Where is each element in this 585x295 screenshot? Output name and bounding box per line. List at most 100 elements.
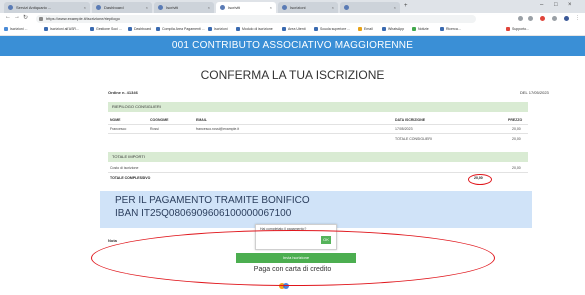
grand-total-label: TOTALE COMPLESSIVO xyxy=(110,176,151,180)
menu-icon[interactable]: ⋮ xyxy=(575,16,580,21)
cell-cognome: Rossi xyxy=(150,127,159,131)
tab-label: Iscrizioni xyxy=(290,5,306,10)
summary-total-label: TOTALE CONSIGLIERI xyxy=(395,137,432,141)
back-icon[interactable]: ← xyxy=(5,14,11,20)
divider xyxy=(108,124,528,125)
tab-favicon-icon xyxy=(282,5,287,10)
bookmark-label: WhatsApp xyxy=(388,27,405,31)
bookmark-label: Iscrizioni ... xyxy=(10,27,28,31)
tab-close-icon[interactable]: × xyxy=(270,5,272,10)
bookmark-icon xyxy=(208,27,212,31)
tab-close-icon[interactable]: × xyxy=(208,5,210,10)
totals-row-value: 20,00 xyxy=(512,166,521,170)
bookmark-item[interactable]: Modulo di iscrizione xyxy=(236,27,273,31)
maximize-icon[interactable]: □ xyxy=(554,2,558,8)
reload-icon[interactable]: ↻ xyxy=(23,14,28,21)
cell-nome: Francesco xyxy=(110,127,127,131)
tab-close-icon[interactable]: × xyxy=(394,5,396,10)
bookmark-item[interactable]: Email xyxy=(358,27,373,31)
bookmark-label: Compila Area Pagamenti ... xyxy=(162,27,205,31)
bookmark-item[interactable]: Scuola superiore ... xyxy=(314,27,350,31)
bookmark-item[interactable]: WhatsApp xyxy=(382,27,404,31)
bookmark-item[interactable]: Gestione Soci ... xyxy=(90,27,122,31)
bookmark-icon xyxy=(236,27,240,31)
tab-favicon-icon xyxy=(158,5,163,10)
star-icon[interactable] xyxy=(528,16,533,21)
bookmark-label: Email xyxy=(364,27,373,31)
tab-close-icon[interactable]: × xyxy=(146,5,148,10)
bookmark-icon xyxy=(156,27,160,31)
notice-label: Nota xyxy=(108,238,117,243)
bookmark-item[interactable]: Ricerca... xyxy=(440,27,461,31)
bookmark-item[interactable]: Iscrizioni all'ASR... xyxy=(44,27,79,31)
bookmark-label: Area Utenti xyxy=(288,27,306,31)
tab-favicon-icon xyxy=(8,5,13,10)
bookmark-item[interactable]: Iscrizioni xyxy=(208,27,228,31)
order-date: DEL 17/05/2023 xyxy=(520,90,549,95)
bookmark-label: Modulo di iscrizione xyxy=(242,27,273,31)
bookmark-item[interactable]: Supporto... xyxy=(506,27,529,31)
order-number: Ordine n. 41346 xyxy=(108,90,138,95)
totals-row-label: Costo di iscrizione xyxy=(110,166,139,170)
new-tab-icon[interactable]: + xyxy=(404,3,408,9)
cell-data: 17/05/2023 xyxy=(395,127,413,131)
extensions-puzzle-icon[interactable] xyxy=(552,16,557,21)
bookmark-icon xyxy=(44,27,48,31)
bookmark-label: Supporto... xyxy=(512,27,530,31)
bookmark-icon xyxy=(382,27,386,31)
browser-tab-active[interactable]: Iscriviti × xyxy=(216,2,276,13)
site-header-title: 001 CONTRIBUTO ASSOCIATIVO MAGGIORENNE xyxy=(0,36,585,56)
payment-iban: IBAN IT25Q0806909606100000067100 xyxy=(115,208,292,219)
browser-tab[interactable]: Dashboard × xyxy=(92,2,152,13)
bookmark-label: Dashboard xyxy=(134,27,152,31)
minimize-icon[interactable]: – xyxy=(540,2,543,8)
browser-tab[interactable]: Servizi Antiquario ... × xyxy=(4,2,90,13)
bookmark-item[interactable]: Compila Area Pagamenti ... xyxy=(156,27,205,31)
tab-label: Iscriviti xyxy=(228,5,241,10)
page-title: CONFERMA LA TUA ISCRIZIONE xyxy=(200,68,385,82)
browser-tab[interactable]: × xyxy=(340,2,400,13)
url-text: https://www.example.it/iscrizione/riepil… xyxy=(46,16,120,21)
tab-favicon-icon xyxy=(344,5,349,10)
bookmark-icon xyxy=(90,27,94,31)
totals-heading: TOTALE IMPORTI xyxy=(108,152,528,162)
extension-icon[interactable] xyxy=(540,16,545,21)
tab-favicon-icon xyxy=(220,5,225,10)
tab-close-icon[interactable]: × xyxy=(84,5,86,10)
bookmark-icon xyxy=(358,27,362,31)
col-header-email: EMAIL xyxy=(196,118,207,122)
col-header-cognome: COGNOME xyxy=(150,118,169,122)
forward-icon[interactable]: → xyxy=(14,14,20,20)
bookmark-label: Gestione Soci ... xyxy=(96,27,122,31)
col-header-nome: NOME xyxy=(110,118,121,122)
bookmark-item[interactable]: Notizie xyxy=(412,27,429,31)
bookmark-icon xyxy=(282,27,286,31)
bookmark-item[interactable]: Area Utenti xyxy=(282,27,306,31)
close-window-icon[interactable]: × xyxy=(568,2,572,8)
bookmark-icon xyxy=(128,27,132,31)
bookmark-icon xyxy=(4,27,8,31)
bookmark-item[interactable]: Iscrizioni ... xyxy=(4,27,28,31)
summary-total-value: 20,00 xyxy=(512,137,521,141)
cell-email: francesco.rossi@example.it xyxy=(196,127,240,131)
browser-tab[interactable]: Iscriviti × xyxy=(154,2,214,13)
annotation-ellipse-total xyxy=(468,174,492,185)
lock-icon xyxy=(39,17,43,21)
profile-avatar-icon[interactable] xyxy=(564,16,569,21)
tab-favicon-icon xyxy=(96,5,101,10)
tab-label: Iscriviti xyxy=(166,5,179,10)
tab-label: Dashboard xyxy=(104,5,124,10)
share-icon[interactable] xyxy=(518,16,523,21)
divider xyxy=(108,172,528,173)
col-header-data: DATA ISCRIZIONE xyxy=(395,118,426,122)
payment-instruction: PER IL PAGAMENTO TRAMITE BONIFICO xyxy=(115,195,310,206)
browser-tab[interactable]: Iscrizioni × xyxy=(278,2,338,13)
url-field[interactable]: https://www.example.it/iscrizione/riepil… xyxy=(36,15,476,23)
annotation-ellipse xyxy=(91,230,495,286)
bookmark-item[interactable]: Dashboard xyxy=(128,27,151,31)
bookmark-icon xyxy=(314,27,318,31)
tab-close-icon[interactable]: × xyxy=(332,5,334,10)
bookmark-label: Ricerca... xyxy=(446,27,461,31)
bookmark-label: Iscrizioni all'ASR... xyxy=(50,27,79,31)
cell-prezzo: 20,00 xyxy=(512,127,521,131)
